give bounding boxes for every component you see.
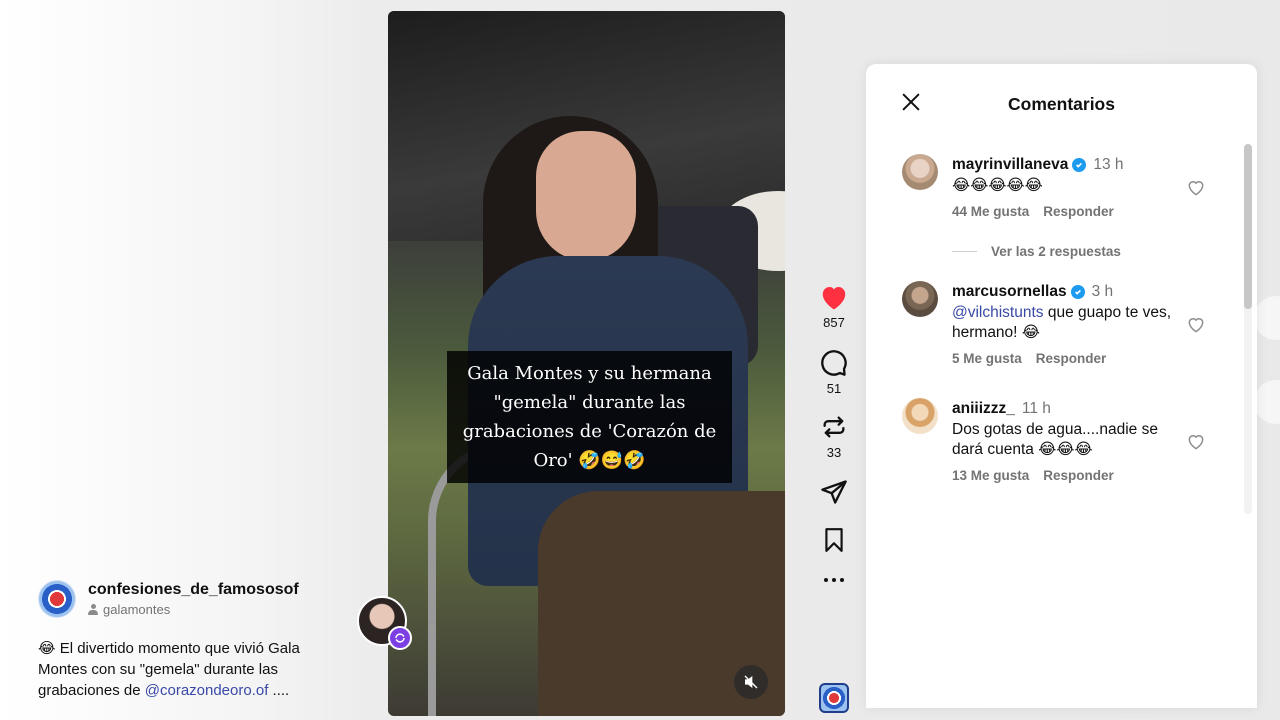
caption-mention[interactable]: @corazondeoro.of [145,682,269,699]
comment-time: 3 h [1091,283,1114,300]
comments-panel: Comentarios mayrinvillaneva 13 h 😂😂😂😂😂 4… [866,64,1257,708]
post-caption: 😂 El divertido momento que vivió Gala Mo… [38,638,338,701]
mute-icon [744,675,758,689]
verified-icon [1072,158,1087,172]
collaborator-name: galamontes [103,602,171,617]
collaborator[interactable]: galamontes [88,602,299,617]
like-action[interactable]: 857 [819,283,849,330]
comment-time: 13 h [1093,156,1124,173]
save-action[interactable] [821,526,847,554]
comment-username[interactable]: marcusornellas [952,281,1067,303]
comment-likes[interactable]: 44 Me gusta [952,204,1029,219]
video-subtitle: Gala Montes y su hermana "gemela" durant… [447,351,732,483]
comment-time: 11 h [1021,400,1051,417]
reply-button[interactable]: Responder [1036,351,1107,366]
comment-username[interactable]: aniiizzz_ [952,398,1015,420]
scrollbar-thumb[interactable] [1244,144,1252,309]
comment-username[interactable]: mayrinvillaneva [952,154,1068,176]
panel-header: Comentarios [866,64,1257,144]
more-icon[interactable] [822,576,846,584]
comment-item: marcusornellas 3 h @vilchistunts que gua… [902,281,1232,366]
share-action[interactable] [820,478,848,506]
more-action[interactable] [822,576,846,584]
like-count: 857 [823,315,845,330]
like-heart-icon[interactable] [1186,432,1206,452]
mute-button[interactable] [734,665,768,699]
author-username[interactable]: confesiones_de_famososof [88,581,299,599]
post-author: confesiones_de_famososof galamontes [38,580,299,618]
like-heart-icon[interactable] [1186,178,1206,198]
person-icon [88,604,98,615]
repost-count: 33 [826,445,842,460]
nav-next-button[interactable] [1254,380,1280,424]
verified-icon [1070,285,1085,299]
repost-badge-icon [388,626,412,650]
heart-icon[interactable] [819,283,849,311]
action-rail: 857 51 33 [807,283,861,584]
caption-more[interactable]: .... [268,682,290,699]
comment-item: aniiizzz_ 11 h Dos gotas de agua....nadi… [902,398,1232,483]
share-icon[interactable] [820,478,848,506]
author-avatar[interactable] [38,580,76,618]
repost-icon[interactable] [820,413,848,441]
comment-avatar[interactable] [902,398,938,434]
view-replies-label[interactable]: Ver las 2 respuestas [991,244,1121,259]
comment-icon[interactable] [820,349,848,377]
audio-avatar[interactable] [819,683,849,713]
comment-mention[interactable]: @vilchistunts [952,304,1044,321]
comment-avatar[interactable] [902,154,938,190]
comment-text: @vilchistunts que guapo te ves, hermano!… [952,304,1172,341]
view-replies[interactable]: Ver las 2 respuestas [952,244,1121,259]
comment-count: 51 [826,381,842,396]
like-heart-icon[interactable] [1186,315,1206,335]
comment-text: Dos gotas de agua....nadie se dará cuent… [952,421,1158,458]
reel-video[interactable]: Gala Montes y su hermana "gemela" durant… [388,11,785,716]
comment-likes[interactable]: 5 Me gusta [952,351,1022,366]
repost-action[interactable]: 33 [820,413,848,460]
panel-title: Comentarios [1008,94,1115,114]
comment-action[interactable]: 51 [820,349,848,396]
comment-item: mayrinvillaneva 13 h 😂😂😂😂😂 44 Me gusta R… [902,154,1232,219]
bookmark-icon[interactable] [821,526,847,554]
comment-text: 😂😂😂😂😂 [952,177,1043,194]
reply-button[interactable]: Responder [1043,204,1114,219]
comment-avatar[interactable] [902,281,938,317]
nav-prev-button[interactable] [1254,296,1280,340]
comment-likes[interactable]: 13 Me gusta [952,468,1029,483]
reply-button[interactable]: Responder [1043,468,1114,483]
